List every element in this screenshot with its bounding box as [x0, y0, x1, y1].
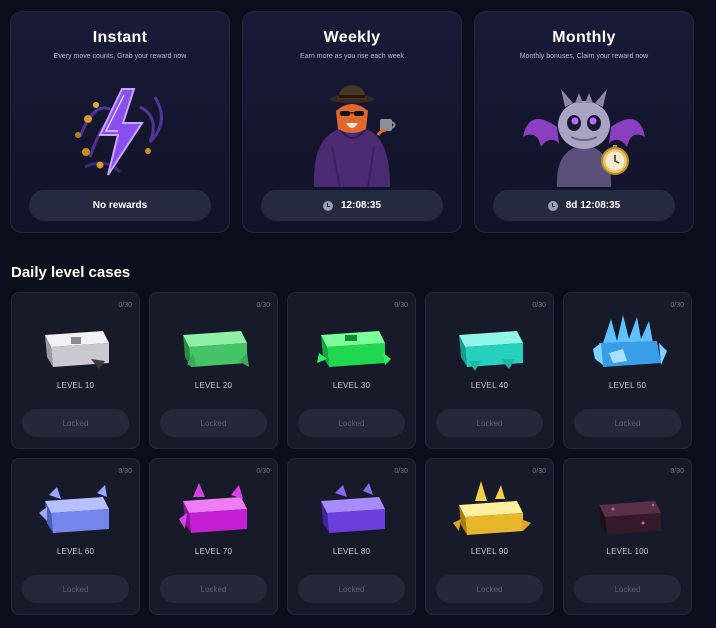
level-name: LEVEL 40	[470, 381, 509, 390]
case-image	[426, 473, 553, 545]
locked-button[interactable]: Locked	[436, 409, 543, 437]
level-name: LEVEL 80	[332, 547, 371, 556]
level-case-card: 0/30 LEVEL 60 Locked	[11, 458, 140, 615]
reward-card-instant: Instant Every move counts, Grab your rew…	[10, 11, 230, 233]
section-title: Daily level cases	[11, 264, 131, 281]
level-name: LEVEL 70	[194, 547, 233, 556]
clock-icon	[322, 200, 333, 211]
case-image	[564, 307, 691, 379]
reward-subtitle: Monthly bonuses, Claim your reward now	[519, 53, 649, 60]
reward-title: Instant	[92, 29, 148, 46]
reward-status-text: No rewards	[92, 200, 148, 211]
case-image	[150, 473, 277, 545]
case-image	[12, 307, 139, 379]
reward-status: 8d 12:08:35	[493, 190, 675, 221]
dragon-mascot-illustration	[475, 76, 693, 188]
reward-card-monthly: Monthly Monthly bonuses, Claim your rewa…	[474, 11, 694, 233]
case-image	[12, 473, 139, 545]
level-name: LEVEL 60	[56, 547, 95, 556]
lightning-bolt-icon	[11, 76, 229, 188]
fox-mascot-illustration	[243, 76, 461, 188]
reward-status-text: 8d 12:08:35	[565, 200, 621, 211]
locked-button[interactable]: Locked	[22, 409, 129, 437]
case-image	[564, 473, 691, 545]
level-name: LEVEL 30	[332, 381, 371, 390]
locked-button[interactable]: Locked	[298, 575, 405, 603]
reward-title: Weekly	[323, 29, 381, 46]
level-case-card: 0/30 LEVEL 80 Locked	[287, 458, 416, 615]
locked-button[interactable]: Locked	[160, 409, 267, 437]
case-image	[150, 307, 277, 379]
locked-button[interactable]: Locked	[574, 575, 681, 603]
case-image	[288, 307, 415, 379]
case-image	[288, 473, 415, 545]
reward-status: No rewards	[29, 190, 211, 221]
reward-subtitle: Every move counts, Grab your reward now	[53, 53, 187, 60]
level-name: LEVEL 50	[608, 381, 647, 390]
level-case-card: 0/30 LEVEL 90 Locked	[425, 458, 554, 615]
level-name: LEVEL 90	[470, 547, 509, 556]
level-name: LEVEL 100	[606, 547, 649, 556]
locked-button[interactable]: Locked	[160, 575, 267, 603]
level-case-card: 0/30 LEVEL 70 Locked	[149, 458, 278, 615]
locked-button[interactable]: Locked	[574, 409, 681, 437]
level-name: LEVEL 20	[194, 381, 233, 390]
locked-button[interactable]: Locked	[22, 575, 129, 603]
level-case-card: 0/30 LEVEL 30 Locked	[287, 292, 416, 449]
level-case-card: 0/30 LEVEL 100 Locked	[563, 458, 692, 615]
reward-title: Monthly	[552, 29, 616, 46]
level-case-card: 0/30 LEVEL 10 Locked	[11, 292, 140, 449]
level-case-card: 0/30 LEVEL 40 Locked	[425, 292, 554, 449]
locked-button[interactable]: Locked	[298, 409, 405, 437]
level-case-card: 0/30 LEVEL 20 Locked	[149, 292, 278, 449]
case-image	[426, 307, 553, 379]
level-name: LEVEL 10	[56, 381, 95, 390]
reward-status: 12:08:35	[261, 190, 443, 221]
locked-button[interactable]: Locked	[436, 575, 543, 603]
reward-subtitle: Earn more as you rise each week	[300, 53, 404, 60]
reward-status-text: 12:08:35	[340, 200, 382, 211]
clock-icon	[547, 200, 558, 211]
level-case-card: 0/30 LEVEL 50 Locked	[563, 292, 692, 449]
reward-card-weekly: Weekly Earn more as you rise each week 1…	[242, 11, 462, 233]
